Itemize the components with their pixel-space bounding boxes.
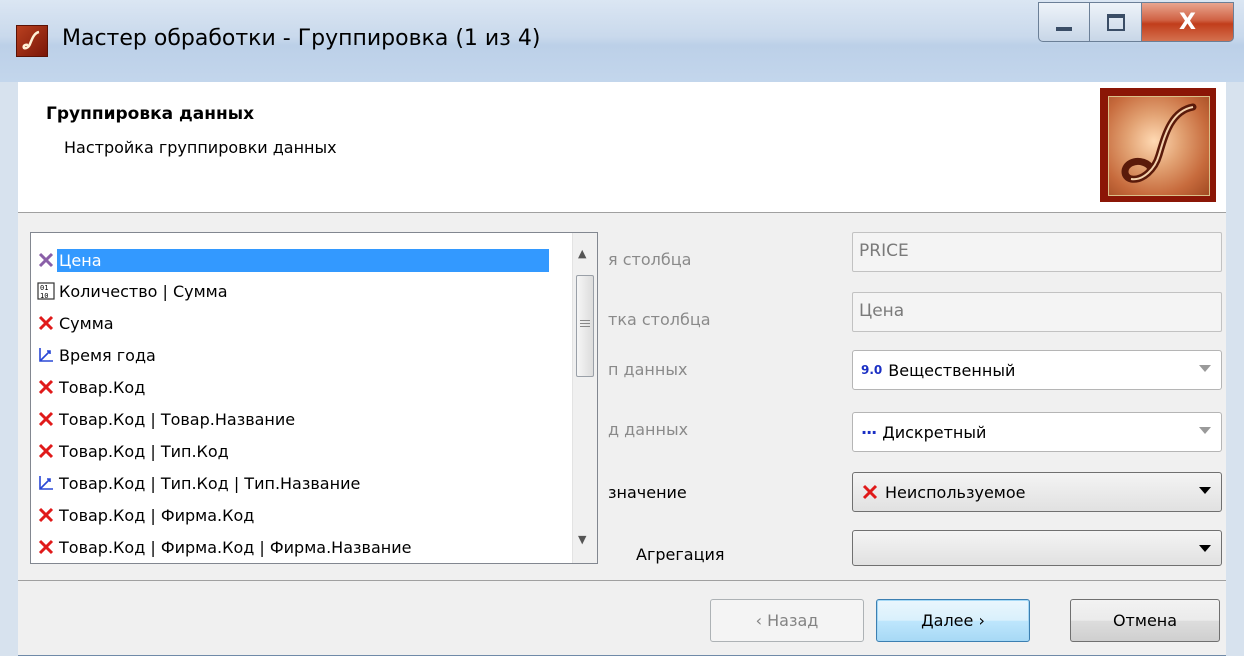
chevron-down-icon <box>1199 545 1211 552</box>
real-number-icon: 9.0 <box>861 363 883 377</box>
logo <box>1100 88 1216 202</box>
list-item-label: Товар.Код | Тип.Код | Тип.Название <box>59 473 361 493</box>
x-icon <box>861 483 879 501</box>
data-kind-select[interactable]: ··· Дискретный <box>852 412 1222 452</box>
cancel-button[interactable]: Отмена <box>1070 599 1220 642</box>
axis-icon <box>37 474 55 492</box>
list-item-label: Товар.Код | Фирма.Код <box>59 505 255 525</box>
list-item[interactable]: Цена <box>37 245 549 275</box>
window-frame-left <box>0 82 18 656</box>
column-caption-field[interactable]: Цена <box>852 292 1222 332</box>
close-icon: X <box>1179 9 1196 35</box>
window-title: Мастер обработки - Группировка (1 из 4) <box>62 26 541 51</box>
purpose-select[interactable]: Неиспользуемое <box>852 472 1222 512</box>
list-item[interactable]: Товар.Код | Товар.Название <box>37 404 297 434</box>
chevron-down-icon <box>1199 427 1211 434</box>
chevron-down-icon <box>1199 487 1211 494</box>
list-item[interactable]: Время года <box>37 340 158 370</box>
list-item[interactable]: Товар.Код | Фирма.Код <box>37 500 256 530</box>
list-item[interactable]: Товар.Код | Фирма.Код | Фирма.Название <box>37 532 413 562</box>
scroll-up-icon[interactable]: ▲ <box>578 247 586 260</box>
list-item-label: Время года <box>59 345 156 365</box>
purpose-value: Неиспользуемое <box>885 482 1026 502</box>
scroll-thumb[interactable] <box>576 275 594 377</box>
window-controls: X <box>1038 2 1234 42</box>
page-subtitle: Настройка группировки данных <box>64 138 337 157</box>
list-item-label: Товар.Код | Фирма.Код | Фирма.Название <box>59 537 412 557</box>
next-button[interactable]: Далее › <box>876 599 1030 642</box>
list-scrollbar[interactable]: ▲ ▼ <box>572 233 597 563</box>
x-icon <box>37 442 55 460</box>
scroll-down-icon[interactable]: ▼ <box>578 533 586 546</box>
list-item[interactable]: 01 10 Количество | Сумма <box>37 276 230 306</box>
list-item-label: Товар.Код | Тип.Код <box>59 441 229 461</box>
back-button[interactable]: ‹ Назад <box>710 599 864 642</box>
aggregation-label: Агрегация <box>636 545 725 564</box>
grip-icon <box>580 320 590 321</box>
minimize-button[interactable] <box>1038 2 1090 42</box>
app-icon <box>16 25 48 57</box>
columns-list[interactable]: Цена 01 10 Количество | Сумма Сумма Время… <box>30 232 598 564</box>
list-item-label: Товар.Код <box>59 377 146 397</box>
list-item[interactable]: Товар.Код | Тип.Код | Тип.Название <box>37 468 362 498</box>
maximize-icon <box>1106 13 1125 31</box>
list-item-label: Товар.Код | Товар.Название <box>59 409 296 429</box>
logo-image <box>1108 96 1210 196</box>
data-kind-label: д данных <box>608 420 689 439</box>
x-icon <box>37 506 55 524</box>
list-item-label: Цена <box>57 248 549 272</box>
x-icon <box>37 410 55 428</box>
aggregation-select[interactable] <box>852 530 1222 566</box>
svg-text:01: 01 <box>40 284 48 292</box>
x-icon <box>37 378 55 396</box>
wizard-header: Группировка данных Настройка группировки… <box>18 82 1226 213</box>
list-item[interactable]: Товар.Код | Тип.Код <box>37 436 231 466</box>
maximize-button[interactable] <box>1090 2 1142 42</box>
axis-icon <box>37 346 55 364</box>
purpose-label: значение <box>608 483 687 502</box>
data-type-value: Вещественный <box>888 360 1016 380</box>
data-type-select[interactable]: 9.0 Вещественный <box>852 350 1222 390</box>
wizard-window: Мастер обработки - Группировка (1 из 4) … <box>0 0 1244 656</box>
footer-divider <box>18 580 1226 581</box>
column-name-field[interactable]: PRICE <box>852 232 1222 272</box>
chevron-down-icon <box>1199 365 1211 372</box>
list-item[interactable]: Товар.Код <box>37 372 147 402</box>
data-type-label: п данных <box>608 360 688 379</box>
title-bar[interactable]: Мастер обработки - Группировка (1 из 4) … <box>0 0 1244 83</box>
list-item[interactable]: Сумма <box>37 308 116 338</box>
list-item-label: Сумма <box>59 313 114 333</box>
pipe-logo-icon <box>1121 103 1197 183</box>
column-name-label: я столбца <box>608 250 692 269</box>
page-title: Группировка данных <box>46 104 255 124</box>
svg-text:10: 10 <box>40 292 48 300</box>
window-frame-right <box>1226 82 1244 656</box>
discrete-icon: ··· <box>861 422 877 442</box>
close-button[interactable]: X <box>1142 2 1234 42</box>
numeric-icon: 01 10 <box>37 282 55 300</box>
x-icon <box>37 314 55 332</box>
list-item-label: Количество | Сумма <box>59 281 228 301</box>
column-caption-label: тка столбца <box>608 310 711 329</box>
x-icon <box>37 251 55 269</box>
x-icon <box>37 538 55 556</box>
minimize-icon <box>1056 27 1072 31</box>
data-kind-value: Дискретный <box>882 422 987 442</box>
